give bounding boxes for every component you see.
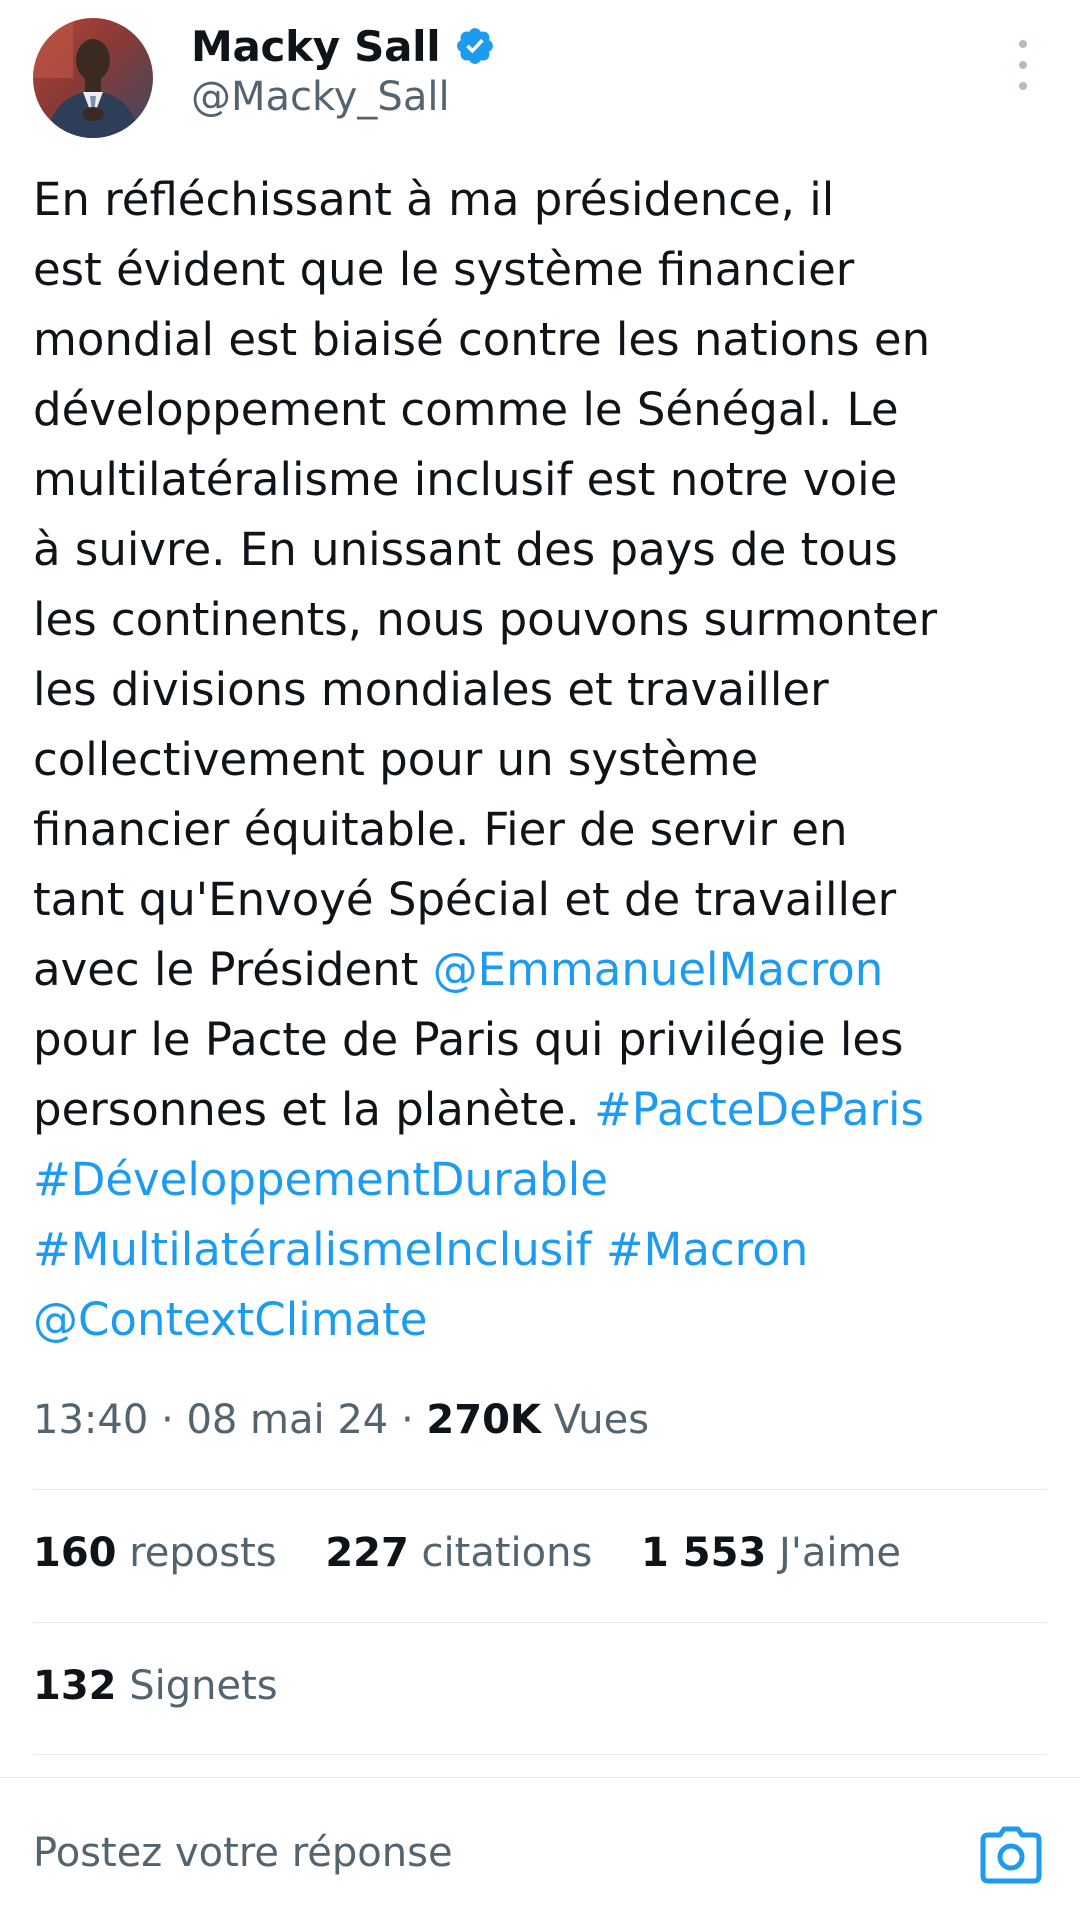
hashtag-link[interactable]: #MultilatéralismeInclusif [33, 1223, 592, 1276]
meta-separator: · [388, 1397, 427, 1443]
tweet-text-line: @ContextClimate [33, 1285, 1053, 1355]
quotes-label: citations [408, 1530, 593, 1576]
bookmarks-stat[interactable]: 132 Signets [33, 1663, 278, 1709]
views-count[interactable]: 270K [426, 1397, 541, 1443]
hashtag-link[interactable]: #PacteDeParis [594, 1083, 924, 1136]
tweet-text-segment: pour le Pacte de Paris qui privilégie le… [33, 1013, 904, 1066]
bookmarks-count: 132 [33, 1663, 117, 1709]
tweet-date[interactable]: 08 mai 24 [186, 1397, 388, 1443]
tweet-text-line: à suivre. En unissant des pays de tous [33, 515, 1053, 585]
hashtag-link[interactable]: #DéveloppementDurable [33, 1153, 608, 1206]
mention-link[interactable]: @ContextClimate [33, 1293, 427, 1346]
tweet-text-line: multilatéralisme inclusif est notre voie [33, 445, 1053, 515]
tweet-text-segment: développement comme le Sénégal. Le [33, 383, 899, 436]
tweet-text-segment: avec le Président [33, 943, 433, 996]
tweet-text-segment: tant qu'Envoyé Spécial et de travailler [33, 873, 897, 926]
tweet-text-line: mondial est biaisé contre les nations en [33, 305, 1053, 375]
mention-link[interactable]: @EmmanuelMacron [433, 943, 884, 996]
tweet-text-line: est évident que le système financier [33, 235, 1053, 305]
tweet-text-line: avec le Président @EmmanuelMacron [33, 935, 1053, 1005]
tweet-time[interactable]: 13:40 [33, 1397, 148, 1443]
reposts-count: 160 [33, 1530, 117, 1576]
tweet-text-segment: multilatéralisme inclusif est notre voie [33, 453, 898, 506]
reposts-label: reposts [116, 1530, 277, 1576]
tweet-text: En réfléchissant à ma présidence, il est … [33, 165, 1053, 1355]
tweet-text-line: les divisions mondiales et travailler [33, 655, 1053, 725]
verified-badge-icon [457, 28, 494, 64]
tweet-text-line: tant qu'Envoyé Spécial et de travailler [33, 865, 1053, 935]
tweet-text-segment: personnes et la planète. [33, 1083, 595, 1136]
likes-label: J'aime [766, 1530, 902, 1576]
author-display-name[interactable]: Macky Sall [191, 22, 441, 71]
tweet-text-line: #DéveloppementDurable [33, 1145, 1053, 1215]
reposts-stat[interactable]: 160 reposts [33, 1530, 277, 1576]
divider [33, 1622, 1047, 1623]
tweet-text-line: #MultilatéralismeInclusif #Macron [33, 1215, 1053, 1285]
tweet-text-line: pour le Pacte de Paris qui privilégie le… [33, 1005, 1053, 1075]
tweet-text-segment: les continents, nous pouvons surmonter [33, 593, 938, 646]
tweet-text-segment: En réfléchissant à ma présidence, il [33, 173, 835, 226]
bookmarks-label: Signets [116, 1663, 278, 1709]
likes-stat[interactable]: 1 553 J'aime [641, 1530, 901, 1576]
author-handle[interactable]: @Macky_Sall [191, 74, 450, 120]
reply-input[interactable]: Postez votre réponse [33, 1830, 453, 1876]
tweet-text-line: En réfléchissant à ma présidence, il [33, 165, 1053, 235]
tweet-text-segment: est évident que le système financier [33, 243, 855, 296]
meta-separator: · [148, 1397, 187, 1443]
tweet-text-line: les continents, nous pouvons surmonter [33, 585, 1053, 655]
tweet-text-line: développement comme le Sénégal. Le [33, 375, 1053, 445]
more-vertical-icon[interactable] [1006, 40, 1040, 90]
camera-icon[interactable] [980, 1826, 1042, 1884]
author-name-row[interactable]: Macky Sall [191, 18, 496, 74]
tweet-text-segment: les divisions mondiales et travailler [33, 663, 829, 716]
tweet-text-line: collectivement pour un système [33, 725, 1053, 795]
reply-bar-divider [0, 1777, 1080, 1778]
tweet-text-line: personnes et la planète. #PacteDeParis [33, 1075, 1053, 1145]
author-avatar[interactable] [33, 18, 153, 138]
likes-count: 1 553 [641, 1530, 767, 1576]
quotes-count: 227 [325, 1530, 409, 1576]
hashtag-link[interactable]: #Macron [606, 1223, 808, 1276]
tweet-text-segment: collectivement pour un système [33, 733, 759, 786]
tweet-text-segment: financier équitable. Fier de servir en [33, 803, 848, 856]
tweet-text-segment [592, 1223, 606, 1276]
divider [33, 1489, 1047, 1490]
views-label[interactable]: Vues [541, 1397, 649, 1443]
tweet-meta: 13:40 · 08 mai 24 · 270K Vues [33, 1397, 649, 1443]
tweet-text-segment: mondial est biaisé contre les nations en [33, 313, 931, 366]
divider [33, 1754, 1047, 1755]
engagement-stats: 160 reposts 227 citations 1 553 J'aime [33, 1530, 937, 1576]
tweet-text-segment: à suivre. En unissant des pays de tous [33, 523, 898, 576]
quotes-stat[interactable]: 227 citations [325, 1530, 592, 1576]
tweet-text-line: financier équitable. Fier de servir en [33, 795, 1053, 865]
